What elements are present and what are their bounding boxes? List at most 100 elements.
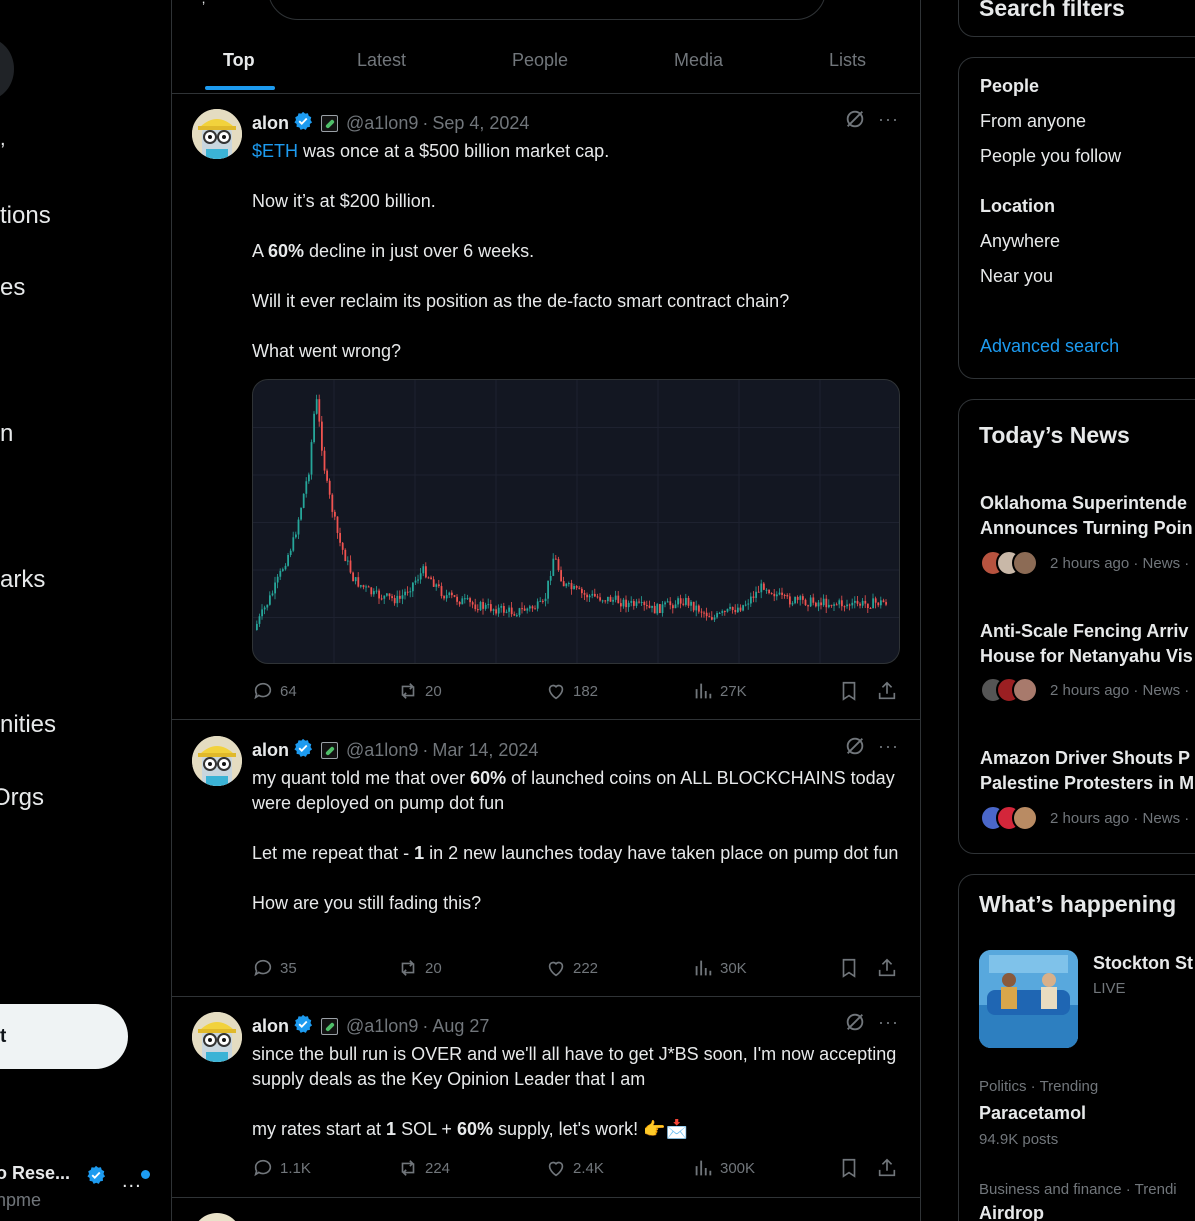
nav-item-premium[interactable]: n bbox=[0, 420, 13, 448]
candle-body bbox=[869, 608, 872, 610]
news-meta-text: 2 hours ago · News · bbox=[1050, 554, 1190, 572]
tab-top[interactable]: Top bbox=[223, 50, 255, 71]
tab-media[interactable]: Media bbox=[674, 50, 723, 71]
candle-body bbox=[513, 614, 516, 616]
post-button[interactable]: t bbox=[0, 1004, 128, 1069]
tweet[interactable]: alon @a1lon9 · Mar 14, 2024 ··· my quant… bbox=[172, 720, 920, 997]
views-button[interactable]: 27K bbox=[692, 680, 747, 702]
nav-item-notifications[interactable]: tions bbox=[0, 202, 51, 230]
filter-from-anyone[interactable]: From anyone bbox=[980, 111, 1086, 132]
trend-name[interactable]: Airdrop bbox=[979, 1203, 1044, 1221]
avatar[interactable] bbox=[192, 1012, 242, 1062]
advanced-search-link[interactable]: Advanced search bbox=[980, 336, 1119, 357]
nav-item-verified-orgs[interactable]: Orgs bbox=[0, 784, 44, 812]
reply-button[interactable]: 64 bbox=[252, 680, 297, 702]
tweet-date[interactable]: Sep 4, 2024 bbox=[432, 113, 529, 134]
live-label: LIVE bbox=[1093, 980, 1126, 997]
reply-button[interactable]: 1.1K bbox=[252, 1157, 311, 1179]
share-icon[interactable] bbox=[876, 1157, 898, 1179]
nav-item-communities[interactable]: nities bbox=[0, 711, 56, 739]
right-sidebar: Search filters People From anyone People… bbox=[921, 0, 1195, 1221]
trend-feature-title[interactable]: Stockton St bbox=[1093, 953, 1193, 974]
tweet[interactable]: alon @a1lon9 · Aug 27 ··· since the bull… bbox=[172, 997, 920, 1198]
filter-people-you-follow[interactable]: People you follow bbox=[980, 146, 1121, 167]
more-options-icon[interactable]: ··· bbox=[878, 109, 899, 130]
like-count: 2.4K bbox=[573, 1159, 604, 1177]
avatar[interactable] bbox=[192, 736, 242, 786]
candle-body bbox=[659, 604, 661, 613]
grok-icon[interactable] bbox=[844, 1011, 866, 1039]
candle-body bbox=[747, 603, 750, 605]
candle-body bbox=[768, 589, 770, 594]
chart-image[interactable] bbox=[252, 379, 900, 664]
news-item-title[interactable]: Anti-Scale Fencing Arriv House for Netany… bbox=[980, 619, 1193, 669]
repost-button[interactable]: 20 bbox=[397, 680, 442, 702]
candle-body bbox=[274, 582, 276, 594]
candle-body bbox=[401, 595, 404, 599]
bookmark-icon[interactable] bbox=[838, 957, 860, 979]
tweet-date[interactable]: Aug 27 bbox=[432, 1016, 489, 1037]
more-options-icon[interactable]: ··· bbox=[878, 1012, 899, 1033]
tab-people[interactable]: People bbox=[512, 50, 568, 71]
bookmark-icon[interactable] bbox=[838, 1157, 860, 1179]
tweet-date[interactable]: Mar 14, 2024 bbox=[432, 740, 538, 761]
nav-active-indicator[interactable] bbox=[0, 38, 14, 100]
repost-button[interactable]: 20 bbox=[397, 957, 442, 979]
search-input[interactable] bbox=[268, 0, 826, 20]
candle-body bbox=[778, 592, 781, 595]
trend-category: Business and finance · Trendi bbox=[979, 1181, 1177, 1198]
news-item-title[interactable]: Amazon Driver Shouts P Palestine Proteste… bbox=[980, 746, 1194, 796]
candle-body bbox=[508, 607, 510, 612]
filter-anywhere[interactable]: Anywhere bbox=[980, 231, 1060, 252]
reply-count: 35 bbox=[280, 959, 297, 977]
views-button[interactable]: 30K bbox=[692, 957, 747, 979]
candle-body bbox=[609, 596, 612, 602]
candle-body bbox=[469, 598, 471, 603]
tab-latest[interactable]: Latest bbox=[357, 50, 406, 71]
candle-body bbox=[835, 604, 838, 606]
author-name[interactable]: alon bbox=[252, 113, 289, 134]
views-button[interactable]: 300K bbox=[692, 1157, 755, 1179]
reply-button[interactable]: 35 bbox=[252, 957, 297, 979]
cashtag-link[interactable]: $ETH bbox=[252, 141, 298, 161]
share-icon[interactable] bbox=[876, 680, 898, 702]
avatar[interactable] bbox=[192, 109, 242, 159]
like-button[interactable]: 182 bbox=[545, 680, 598, 702]
grok-icon[interactable] bbox=[844, 735, 866, 763]
avatar[interactable] bbox=[192, 1213, 242, 1221]
author-handle[interactable]: @a1lon9 bbox=[346, 113, 418, 134]
author-name[interactable]: alon bbox=[252, 1016, 289, 1037]
tab-lists[interactable]: Lists bbox=[829, 50, 866, 71]
affiliation-badge-icon[interactable] bbox=[321, 1018, 339, 1035]
grok-icon[interactable] bbox=[844, 108, 866, 136]
account-name[interactable]: o Rese... bbox=[0, 1163, 70, 1184]
nav-item-messages[interactable]: es bbox=[0, 274, 25, 302]
candle-body bbox=[487, 604, 490, 606]
tweet[interactable]: alon @a1lon9 · Sep 4, 2024 ··· $ETH was … bbox=[172, 94, 920, 720]
trend-name[interactable]: Paracetamol bbox=[979, 1103, 1086, 1124]
share-icon[interactable] bbox=[876, 957, 898, 979]
like-button[interactable]: 2.4K bbox=[545, 1157, 604, 1179]
trend-thumbnail[interactable] bbox=[979, 950, 1078, 1048]
bookmark-icon[interactable] bbox=[838, 680, 860, 702]
search-filters-title: Search filters bbox=[979, 0, 1125, 21]
news-item-title[interactable]: Oklahoma Superintende Announces Turning P… bbox=[980, 491, 1193, 541]
author-name[interactable]: alon bbox=[252, 740, 289, 761]
filter-near-you[interactable]: Near you bbox=[980, 266, 1053, 287]
like-button[interactable]: 222 bbox=[545, 957, 598, 979]
account-more-icon[interactable]: ... bbox=[122, 1170, 142, 1193]
candle-body bbox=[682, 603, 685, 605]
news-item-meta: 2 hours ago · News · bbox=[980, 550, 1189, 576]
more-options-icon[interactable]: ··· bbox=[878, 736, 899, 757]
candle-body bbox=[789, 596, 791, 605]
nav-item-partial[interactable]: , bbox=[0, 128, 6, 151]
affiliation-badge-icon[interactable] bbox=[321, 115, 339, 132]
back-arrow-icon[interactable]: ‚ bbox=[202, 0, 216, 6]
nav-item-bookmarks[interactable]: arks bbox=[0, 566, 45, 594]
affiliation-badge-icon[interactable] bbox=[321, 742, 339, 759]
author-handle[interactable]: @a1lon9 bbox=[346, 740, 418, 761]
candle-body bbox=[516, 615, 518, 617]
author-handle[interactable]: @a1lon9 bbox=[346, 1016, 418, 1037]
repost-button[interactable]: 224 bbox=[397, 1157, 450, 1179]
candle-body bbox=[383, 595, 386, 599]
